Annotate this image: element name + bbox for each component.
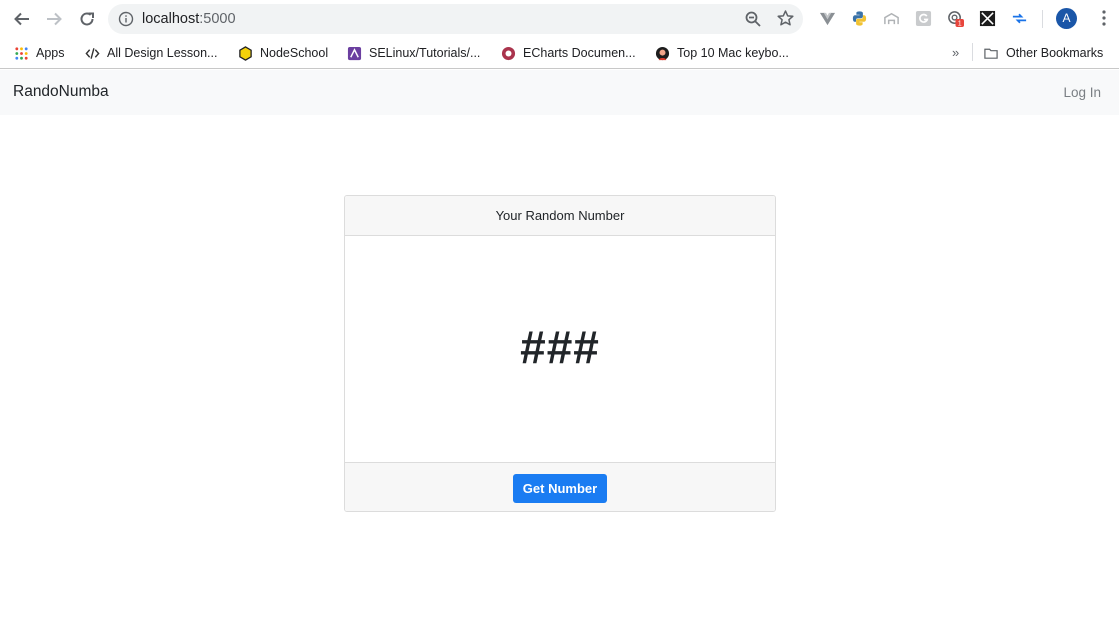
address-bar[interactable]: localhost:5000 [108, 4, 803, 34]
profile-avatar[interactable]: A [1056, 8, 1077, 29]
python-extension-icon[interactable] [850, 9, 868, 27]
echarts-icon [500, 45, 516, 61]
grammarly-extension-icon[interactable] [914, 9, 932, 27]
card-footer: Get Number [345, 462, 775, 511]
vue-devtools-extension-icon[interactable] [818, 9, 836, 27]
bookmark-label: Top 10 Mac keybo... [677, 46, 789, 60]
card-header: Your Random Number [345, 196, 775, 236]
bookmark-echarts[interactable]: ECharts Documen... [500, 43, 636, 63]
reload-button[interactable] [76, 8, 98, 30]
bookmark-design-lessons[interactable]: All Design Lesson... [84, 43, 217, 63]
selinux-icon [346, 45, 362, 61]
url-text: localhost:5000 [142, 11, 236, 27]
pixel-extension-icon[interactable] [978, 9, 996, 27]
bookmark-mac-keyboard[interactable]: Top 10 Mac keybo... [654, 43, 789, 63]
bookmark-nodeschool[interactable]: NodeSchool [237, 43, 328, 63]
app-navbar: RandoNumba Log In [0, 70, 1119, 115]
apps-grid-icon [13, 45, 29, 61]
design-lessons-icon [84, 45, 100, 61]
extension-badge-count: 1 [957, 19, 961, 26]
transfer-extension-icon[interactable] [1010, 9, 1028, 27]
bookmark-label: NodeSchool [260, 46, 329, 60]
card-body: ### [345, 236, 775, 462]
forward-button[interactable] [43, 8, 65, 30]
browser-menu-icon[interactable] [1101, 9, 1107, 27]
reload-icon [80, 12, 94, 26]
browser-toolbar: localhost:5000 1 A [0, 0, 1119, 38]
bookmarks-bar: Apps All Design Lesson... NodeSchool SEL… [0, 38, 1119, 69]
zoom-icon[interactable] [744, 10, 762, 28]
get-number-button[interactable]: Get Number [513, 474, 607, 503]
url-host: localhost [142, 11, 200, 27]
bookmarks-divider [972, 43, 973, 61]
bookmark-label: ECharts Documen... [523, 46, 636, 60]
bookmark-star-icon[interactable] [776, 9, 795, 28]
random-number-card: Your Random Number ### Get Number [344, 195, 776, 512]
back-arrow-icon [14, 12, 29, 26]
forward-arrow-icon [47, 12, 62, 26]
bookmark-apps[interactable]: Apps [13, 43, 65, 63]
login-link[interactable]: Log In [1063, 85, 1101, 100]
graduation-extension-icon[interactable] [882, 9, 900, 27]
folder-icon [983, 45, 999, 61]
bookmark-label: SELinux/Tutorials/... [369, 46, 481, 60]
random-number-display: ### [520, 321, 600, 373]
url-port: :5000 [199, 11, 236, 27]
tracker-extension-icon[interactable]: 1 [946, 9, 964, 27]
other-bookmarks-folder[interactable]: Other Bookmarks [983, 43, 1103, 63]
brand-link[interactable]: RandoNumba [13, 83, 109, 101]
bookmark-label: Apps [36, 46, 65, 60]
toolbar-divider [1042, 10, 1043, 28]
bookmark-selinux[interactable]: SELinux/Tutorials/... [346, 43, 480, 63]
other-bookmarks-label: Other Bookmarks [1006, 46, 1104, 60]
back-button[interactable] [11, 8, 33, 30]
mac-keyboard-icon [654, 45, 670, 61]
nodeschool-icon [237, 45, 253, 61]
bookmarks-overflow-button[interactable]: » [952, 45, 959, 60]
site-info-icon[interactable] [118, 11, 134, 27]
bookmark-label: All Design Lesson... [107, 46, 218, 60]
